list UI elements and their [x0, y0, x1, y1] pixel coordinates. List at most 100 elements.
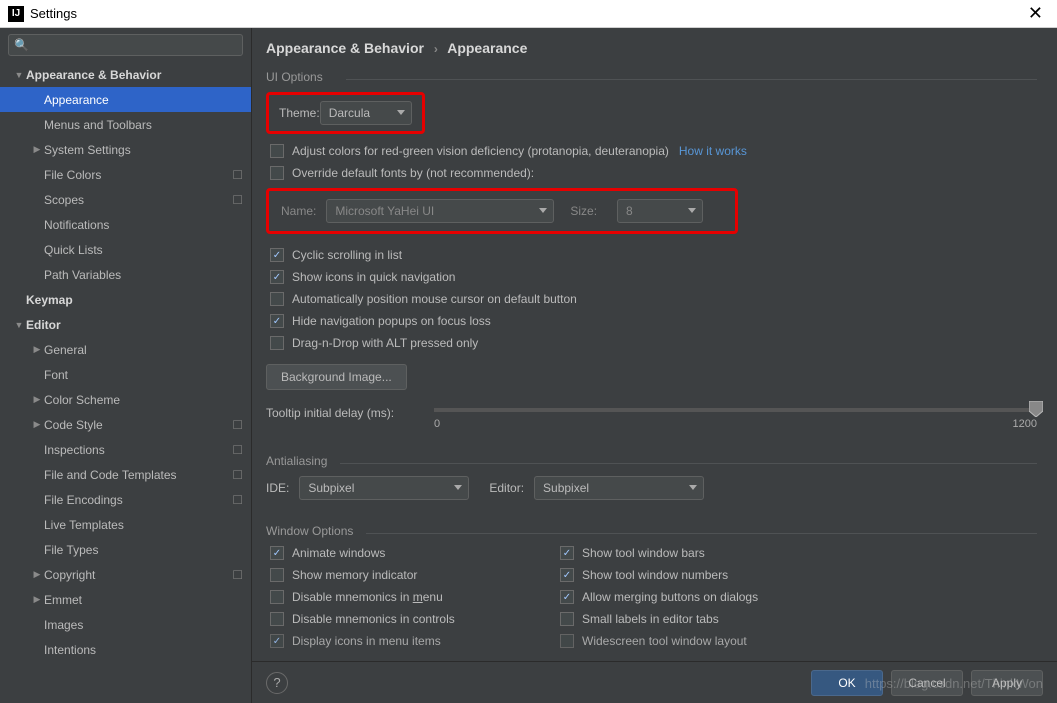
- override-fonts-checkbox[interactable]: [270, 166, 284, 180]
- tooltip-delay-slider[interactable]: [434, 408, 1037, 412]
- sidebar-item-intentions[interactable]: Intentions: [0, 637, 251, 662]
- sidebar-item-path-variables[interactable]: Path Variables: [0, 262, 251, 287]
- titlebar: IJ Settings ✕: [0, 0, 1057, 28]
- window-option-checkbox[interactable]: [560, 590, 574, 604]
- sidebar-item-label: Copyright: [44, 568, 232, 582]
- cancel-button[interactable]: Cancel: [891, 670, 963, 696]
- window-option-checkbox[interactable]: [270, 546, 284, 560]
- adjust-colors-label: Adjust colors for red-green vision defic…: [292, 144, 669, 158]
- sidebar-item-file-colors[interactable]: File Colors☐: [0, 162, 251, 187]
- dragdrop-checkbox[interactable]: [270, 336, 284, 350]
- section-antialiasing: Antialiasing: [266, 454, 1037, 472]
- background-image-label: Background Image...: [281, 370, 392, 384]
- chevron-right-icon: ›: [428, 42, 444, 56]
- chevron-right-icon: ▶: [30, 594, 44, 605]
- sidebar-item-label: Font: [44, 368, 243, 382]
- apply-button[interactable]: Apply: [971, 670, 1043, 696]
- sidebar-item-label: Appearance & Behavior: [26, 68, 243, 82]
- font-size-label: Size:: [570, 204, 597, 218]
- window-title: Settings: [30, 6, 1022, 21]
- font-name-value: Microsoft YaHei UI: [335, 204, 434, 218]
- font-name-select[interactable]: Microsoft YaHei UI: [326, 199, 554, 223]
- project-badge-icon: ☐: [232, 443, 243, 457]
- sidebar-item-label: Emmet: [44, 593, 243, 607]
- sidebar-item-emmet[interactable]: ▶Emmet: [0, 587, 251, 612]
- window-option-checkbox[interactable]: [560, 634, 574, 648]
- section-window-options: Window Options: [266, 524, 1037, 542]
- breadcrumb: Appearance & Behavior › Appearance: [266, 36, 1037, 70]
- breadcrumb-leaf: Appearance: [447, 40, 527, 56]
- sidebar-item-font[interactable]: Font: [0, 362, 251, 387]
- auto-mouse-checkbox[interactable]: [270, 292, 284, 306]
- slider-thumb-icon[interactable]: [1029, 401, 1043, 417]
- sidebar-item-label: File and Code Templates: [44, 468, 232, 482]
- chevron-right-icon: ▶: [30, 394, 44, 405]
- sidebar-item-color-scheme[interactable]: ▶Color Scheme: [0, 387, 251, 412]
- sidebar-item-file-types[interactable]: File Types: [0, 537, 251, 562]
- window-option-label: Show tool window numbers: [582, 568, 728, 582]
- how-it-works-link[interactable]: How it works: [679, 144, 747, 158]
- sidebar-item-appearance[interactable]: Appearance: [0, 87, 251, 112]
- aa-editor-select[interactable]: Subpixel: [534, 476, 704, 500]
- ok-button[interactable]: OK: [811, 670, 883, 696]
- sidebar-item-label: General: [44, 343, 243, 357]
- hide-popups-checkbox[interactable]: [270, 314, 284, 328]
- sidebar-item-images[interactable]: Images: [0, 612, 251, 637]
- sidebar-item-quick-lists[interactable]: Quick Lists: [0, 237, 251, 262]
- chevron-down-icon: [688, 208, 696, 213]
- auto-mouse-label: Automatically position mouse cursor on d…: [292, 292, 577, 306]
- window-option-checkbox[interactable]: [270, 590, 284, 604]
- theme-label: Theme:: [279, 106, 320, 120]
- sidebar-item-menus-and-toolbars[interactable]: Menus and Toolbars: [0, 112, 251, 137]
- aa-ide-select[interactable]: Subpixel: [299, 476, 469, 500]
- sidebar-item-general[interactable]: ▶General: [0, 337, 251, 362]
- override-fonts-label: Override default fonts by (not recommend…: [292, 166, 534, 180]
- sidebar-item-copyright[interactable]: ▶Copyright☐: [0, 562, 251, 587]
- sidebar-item-label: File Types: [44, 543, 243, 557]
- sidebar-item-code-style[interactable]: ▶Code Style☐: [0, 412, 251, 437]
- window-option-checkbox[interactable]: [270, 568, 284, 582]
- sidebar-item-file-and-code-templates[interactable]: File and Code Templates☐: [0, 462, 251, 487]
- chevron-down-icon: [689, 485, 697, 490]
- show-icons-checkbox[interactable]: [270, 270, 284, 284]
- chevron-down-icon: ▼: [12, 70, 26, 80]
- theme-select[interactable]: Darcula: [320, 101, 412, 125]
- sidebar-item-label: Live Templates: [44, 518, 243, 532]
- sidebar-item-live-templates[interactable]: Live Templates: [0, 512, 251, 537]
- sidebar-item-system-settings[interactable]: ▶System Settings: [0, 137, 251, 162]
- sidebar-item-label: Menus and Toolbars: [44, 118, 243, 132]
- sidebar-item-keymap[interactable]: Keymap: [0, 287, 251, 312]
- sidebar-item-label: Path Variables: [44, 268, 243, 282]
- sidebar-item-file-encodings[interactable]: File Encodings☐: [0, 487, 251, 512]
- background-image-button[interactable]: Background Image...: [266, 364, 407, 390]
- font-size-select[interactable]: 8: [617, 199, 703, 223]
- window-option-label: Display icons in menu items: [292, 634, 441, 648]
- sidebar-item-appearance-behavior[interactable]: ▼Appearance & Behavior: [0, 62, 251, 87]
- sidebar-item-label: File Colors: [44, 168, 232, 182]
- search-input[interactable]: [8, 34, 243, 56]
- help-button[interactable]: ?: [266, 672, 288, 694]
- window-option-label: Widescreen tool window layout: [582, 634, 747, 648]
- sidebar-item-label: Inspections: [44, 443, 232, 457]
- font-name-label: Name:: [281, 204, 316, 218]
- sidebar-item-inspections[interactable]: Inspections☐: [0, 437, 251, 462]
- sidebar-item-notifications[interactable]: Notifications: [0, 212, 251, 237]
- window-option-checkbox[interactable]: [560, 546, 574, 560]
- settings-tree[interactable]: ▼Appearance & BehaviorAppearanceMenus an…: [0, 62, 251, 703]
- sidebar-item-scopes[interactable]: Scopes☐: [0, 187, 251, 212]
- window-option-checkbox[interactable]: [270, 612, 284, 626]
- window-option-checkbox[interactable]: [560, 568, 574, 582]
- window-option-checkbox[interactable]: [560, 612, 574, 626]
- project-badge-icon: ☐: [232, 168, 243, 182]
- close-icon[interactable]: ✕: [1022, 3, 1049, 24]
- window-option-label: Show tool window bars: [582, 546, 705, 560]
- sidebar: 🔍 ▼Appearance & BehaviorAppearanceMenus …: [0, 28, 252, 703]
- cyclic-scroll-checkbox[interactable]: [270, 248, 284, 262]
- adjust-colors-checkbox[interactable]: [270, 144, 284, 158]
- dragdrop-label: Drag-n-Drop with ALT pressed only: [292, 336, 478, 350]
- window-option-label: Disable mnemonics in menu: [292, 590, 443, 604]
- sidebar-item-label: Keymap: [26, 293, 243, 307]
- window-option-checkbox[interactable]: [270, 634, 284, 648]
- sidebar-item-editor[interactable]: ▼Editor: [0, 312, 251, 337]
- project-badge-icon: ☐: [232, 468, 243, 482]
